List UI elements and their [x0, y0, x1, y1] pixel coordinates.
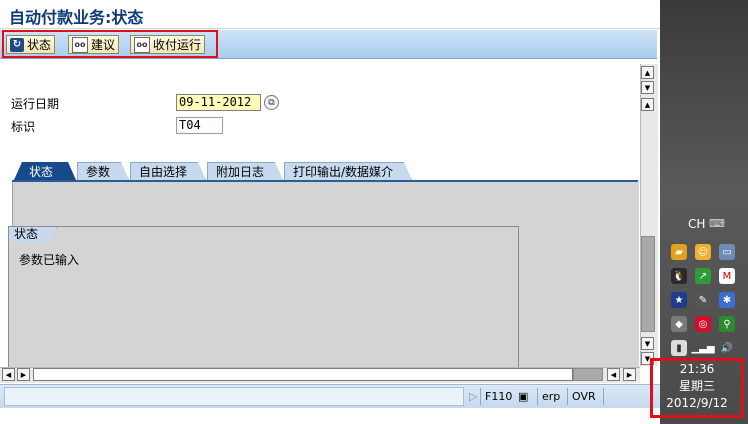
status-empty-field	[603, 388, 643, 405]
scroll-page-up-icon[interactable]: ▲	[641, 98, 654, 111]
scroll-right-icon[interactable]: ◀	[607, 368, 620, 381]
toolbar-highlight-box	[2, 30, 218, 58]
scroll-left-icon[interactable]: ▶	[17, 368, 30, 381]
status-message-area	[4, 387, 464, 406]
language-indicator[interactable]: CH	[688, 217, 705, 231]
display-icon[interactable]: ▭	[719, 244, 735, 260]
star-icon[interactable]: ★	[671, 292, 687, 308]
tab-parameters-label: 参数	[86, 165, 111, 179]
vertical-scroll-thumb[interactable]	[641, 236, 655, 332]
tab-status-label: 状态	[29, 165, 54, 179]
bluetooth-icon[interactable]: ✱	[719, 292, 735, 308]
folder-icon[interactable]: ▰	[671, 244, 687, 260]
title-divider	[0, 28, 660, 29]
wireless-icon[interactable]: ⚲	[719, 316, 735, 332]
tab-status[interactable]: 状态	[14, 162, 76, 180]
network-monitor-icon[interactable]: ↗	[695, 268, 711, 284]
run-date-field[interactable]: 09-11-2012	[176, 94, 261, 111]
scroll-left-start-icon[interactable]: ◀	[2, 368, 15, 381]
run-date-label: 运行日期	[11, 97, 60, 111]
id-label: 标识	[11, 120, 36, 134]
status-group-box	[8, 226, 519, 371]
scroll-right-end-icon[interactable]: ▶	[623, 368, 636, 381]
status-insert-mode[interactable]: OVR	[567, 388, 600, 405]
status-expand-icon[interactable]: ▷	[465, 388, 481, 405]
clock-weekday: 星期三	[678, 379, 715, 393]
tab-additional-log-label: 附加日志	[216, 165, 265, 179]
signal-icon[interactable]: ▁▃▅	[691, 340, 714, 356]
status-transaction-code: F110	[480, 388, 516, 405]
value-help-icon[interactable]: ⧉	[264, 95, 279, 110]
messenger-icon[interactable]: ☺	[695, 244, 711, 260]
tab-free-selection[interactable]: 自由选择	[130, 162, 206, 180]
horizontal-scroll-thumb[interactable]	[573, 368, 603, 381]
tool-icon[interactable]: ✎	[695, 292, 711, 308]
sap-window: 自动付款业务:状态 ↻ 状态 oo 建议 oo 收付运行 运行日期 09-11-…	[0, 0, 660, 424]
volume-icon[interactable]: 🔊	[719, 340, 735, 356]
qq-icon[interactable]: 🐧	[671, 268, 687, 284]
status-system: erp	[537, 388, 564, 405]
mcafee-icon[interactable]: M	[719, 268, 735, 284]
clock-date: 2012/9/12	[666, 396, 728, 410]
security-icon[interactable]: ◎	[695, 316, 711, 332]
keyboard-icon[interactable]: ⌨	[709, 217, 725, 230]
status-group-text: 参数已输入	[19, 253, 80, 267]
usb-icon[interactable]: ◆	[671, 316, 687, 332]
status-group-title: 状态	[9, 227, 57, 242]
power-icon[interactable]: ▮	[671, 340, 687, 356]
horizontal-scroll-track[interactable]	[33, 368, 573, 381]
tab-additional-log[interactable]: 附加日志	[207, 162, 283, 180]
tab-printout-label: 打印输出/数据媒介	[293, 165, 394, 179]
tab-free-selection-label: 自由选择	[139, 165, 188, 179]
clock-time: 21:36	[679, 362, 715, 376]
id-field[interactable]: T04	[176, 117, 223, 134]
status-info-icon[interactable]: ▣	[514, 388, 532, 405]
window-title: 自动付款业务:状态	[9, 8, 144, 27]
window-bottom-margin	[0, 408, 660, 424]
tab-printout-data-medium[interactable]: 打印输出/数据媒介	[284, 162, 412, 180]
scroll-top-icon[interactable]: ▲	[641, 66, 654, 79]
scroll-up-icon[interactable]: ▼	[641, 81, 654, 94]
scroll-down-icon[interactable]: ▼	[641, 337, 654, 350]
tab-parameters[interactable]: 参数	[77, 162, 129, 180]
taskbar-clock[interactable]: 21:36 星期三 2012/9/12	[650, 358, 744, 418]
